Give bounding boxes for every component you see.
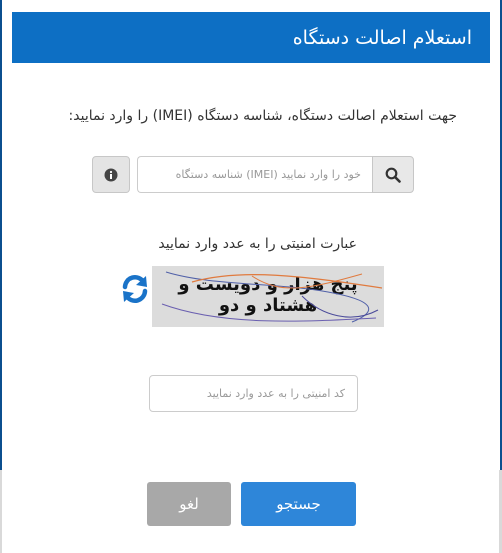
search-button-label: جستجو [276,495,321,513]
captcha-image: پنج هزار و دویست و هشتاد و دو [152,266,384,327]
imei-check-modal: استعلام اصالت دستگاه جهت استعلام اصالت د… [2,0,499,553]
imei-input[interactable]: خود را وارد نمایید (IMEI) شناسه دستگاه [137,156,373,193]
modal-header: استعلام اصالت دستگاه [12,12,490,63]
captcha-label: عبارت امنیتی را به عدد وارد نمایید [158,236,357,252]
refresh-icon[interactable] [119,273,151,305]
imei-instruction: جهت استعلام اصالت دستگاه، شناسه دستگاه (… [68,108,457,124]
search-icon [385,167,401,183]
search-button[interactable]: جستجو [241,482,356,526]
captcha-code-input[interactable]: کد امنیتی را به عدد وارد نمایید [149,375,358,412]
captcha-noise [161,271,383,323]
cancel-button-label: لغو [179,495,199,513]
cancel-button[interactable]: لغو [147,482,231,526]
imei-search-button[interactable] [372,156,414,193]
modal-title: استعلام اصالت دستگاه [292,26,472,49]
info-icon [104,168,118,181]
captcha-code-placeholder: کد امنیتی را به عدد وارد نمایید [206,387,345,400]
imei-input-group: خود را وارد نمایید (IMEI) شناسه دستگاه [92,156,414,195]
imei-placeholder: خود را وارد نمایید (IMEI) شناسه دستگاه [175,168,361,181]
info-button[interactable] [92,156,130,193]
